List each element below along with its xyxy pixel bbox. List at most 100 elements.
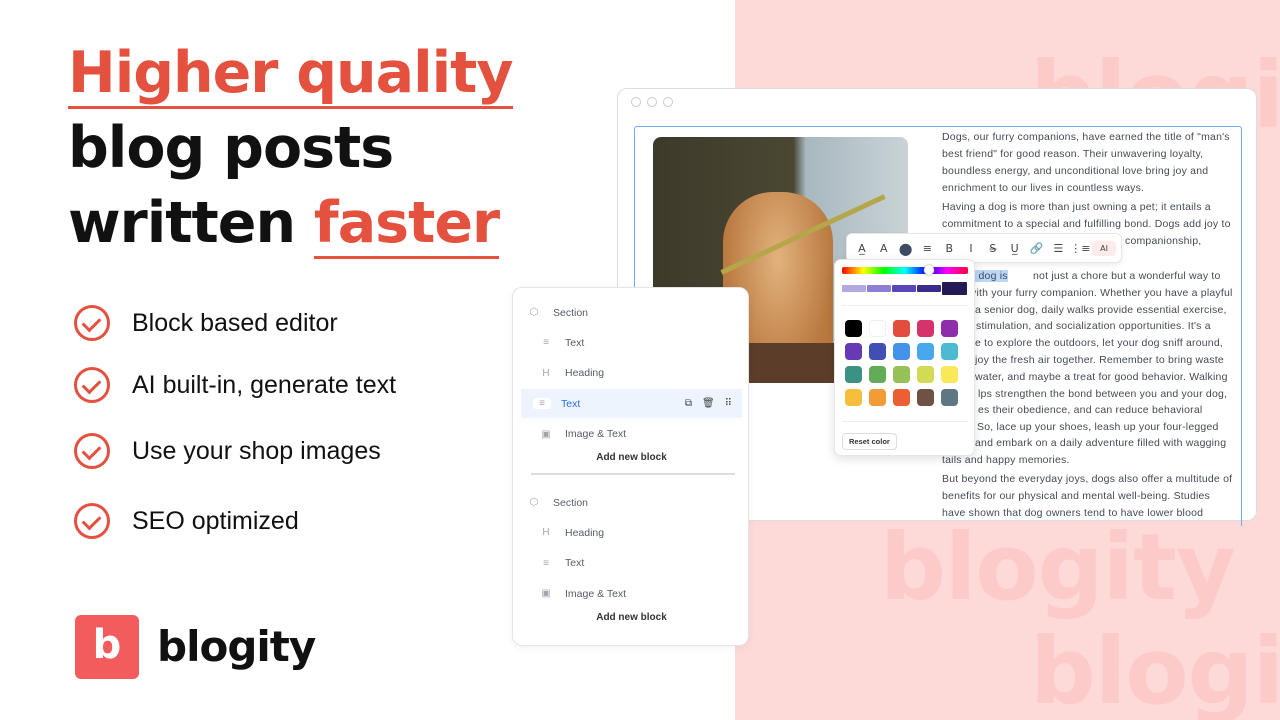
image-icon: ▣ [541,428,551,440]
divider [531,473,735,475]
check-circle-icon [74,433,110,469]
block-label: Text [565,336,585,349]
link-icon[interactable]: 🔗 [1027,242,1047,255]
text-line: not just a chore but a wonderful way to [1033,270,1221,282]
cube-icon: ⬡ [529,497,539,508]
text-line: joy the fresh air together. Remember to … [975,354,1224,366]
feature-item: AI built-in, generate text [74,367,396,403]
color-swatch[interactable] [917,320,934,337]
text-line: e to explore the outdoors, let your dog … [975,337,1223,349]
text-icon: ≡ [533,398,551,409]
shade-row [842,282,967,295]
heading-icon: H [542,527,550,538]
color-swatch[interactable] [845,389,862,406]
shade-swatch[interactable] [942,282,967,295]
block-label: Text [561,397,581,410]
shade-swatch[interactable] [867,285,891,292]
hue-slider[interactable] [842,267,968,274]
color-swatch[interactable] [869,343,886,360]
heading-icon: H [542,367,550,379]
divider [842,305,968,306]
text-line: But beyond the everyday joys, dogs also … [942,473,1233,485]
block-label: Heading [565,526,605,539]
italic-icon[interactable]: I [961,242,981,255]
block-item[interactable]: ▣ Image & Text [525,579,741,608]
window-close-button[interactable] [631,97,641,107]
text-line: es their obedience, and can reduce behav… [978,404,1203,416]
color-swatch[interactable] [893,320,910,337]
color-swatch[interactable] [941,343,958,360]
color-swatch[interactable] [941,320,958,337]
color-picker: Reset color [834,259,975,456]
color-swatch[interactable] [869,320,886,337]
text-line: stimulation, and socialization opportuni… [976,320,1211,332]
color-swatch[interactable] [941,366,958,383]
color-swatch[interactable] [917,343,934,360]
check-circle-icon [74,367,110,403]
text-icon: ≡ [543,337,549,348]
feature-item: SEO optimized [74,503,299,539]
bold-icon[interactable]: B [939,242,959,255]
align-icon[interactable]: ≡ [917,242,937,255]
text-line: So, lace up your shoes, leash up your fo… [977,421,1219,433]
color-swatch[interactable] [845,320,862,337]
color-swatch[interactable] [893,343,910,360]
watermark: blogity [1030,618,1280,720]
color-swatch[interactable] [845,343,862,360]
window-minimize-button[interactable] [647,97,657,107]
brand-logo: b [75,615,139,679]
add-new-block-button[interactable]: Add new block [513,452,750,463]
text-line: a senior dog, daily walks provide essent… [975,304,1227,316]
color-swatch[interactable] [941,389,958,406]
block-item[interactable]: ≡ Text [525,549,741,578]
section-item[interactable]: ⬡ Section [525,298,741,327]
duplicate-icon[interactable]: ⧉ [685,398,692,409]
watermark: blogity [880,514,1236,621]
window-maximize-button[interactable] [663,97,673,107]
block-item[interactable]: H Heading [525,518,741,547]
text-line: Dogs, our furry companions, have earned … [942,131,1230,143]
strikethrough-icon[interactable]: S̶ [983,242,1003,255]
shade-swatch[interactable] [917,285,941,292]
drag-handle-icon[interactable]: ⠿ [725,398,732,409]
divider [842,421,968,422]
ai-button[interactable]: AI [1092,240,1117,256]
color-swatch[interactable] [869,366,886,383]
color-circle-icon[interactable]: ● [896,239,916,258]
add-new-block-button[interactable]: Add new block [513,612,750,623]
headline-line1: Higher quality [68,40,514,109]
block-label: Image & Text [565,428,627,440]
color-swatch[interactable] [893,366,910,383]
check-circle-icon [74,305,110,341]
section-label: Section [553,306,589,319]
text-line: have shown that dog owners tend to have … [942,507,1204,519]
text-line: lps strengthen the bond between you and … [978,388,1228,400]
text-line: water, and maybe a treat for good behavi… [975,371,1228,383]
color-swatch[interactable] [869,389,886,406]
underline-icon[interactable]: U̲ [1005,242,1025,255]
numbered-list-icon[interactable]: ⋮≡ [1070,242,1090,255]
block-item[interactable]: ▣ Image & Text [525,420,741,449]
headline-line3: written faster [68,190,500,259]
text-icon: ≡ [543,557,549,569]
color-swatch[interactable] [917,389,934,406]
color-swatch[interactable] [845,366,862,383]
color-swatch[interactable] [893,389,910,406]
text-color-icon[interactable]: A̲ [852,242,872,255]
text-line: boundless energy, and unconditional love… [942,165,1209,177]
text-line: enrichment to our lives in countless way… [942,182,1145,194]
color-swatch[interactable] [917,366,934,383]
highlight-icon[interactable]: A [874,242,894,255]
block-item[interactable]: H Heading [525,359,741,388]
trash-icon[interactable]: 🗑 [702,398,715,409]
bullet-list-icon[interactable]: ☰ [1048,242,1068,255]
shade-swatch[interactable] [842,285,866,292]
block-item[interactable]: ≡ Text ⧉ 🗑 ⠿ [521,389,742,418]
text-line: best friend" for good reason. Their unwa… [942,148,1204,160]
section-item[interactable]: ⬡ Section [525,488,741,517]
feature-item: Block based editor [74,305,338,341]
reset-color-button[interactable]: Reset color [842,433,897,450]
block-item[interactable]: ≡ Text [525,328,741,357]
shade-swatch[interactable] [892,285,916,292]
hue-slider-handle[interactable] [924,265,934,275]
